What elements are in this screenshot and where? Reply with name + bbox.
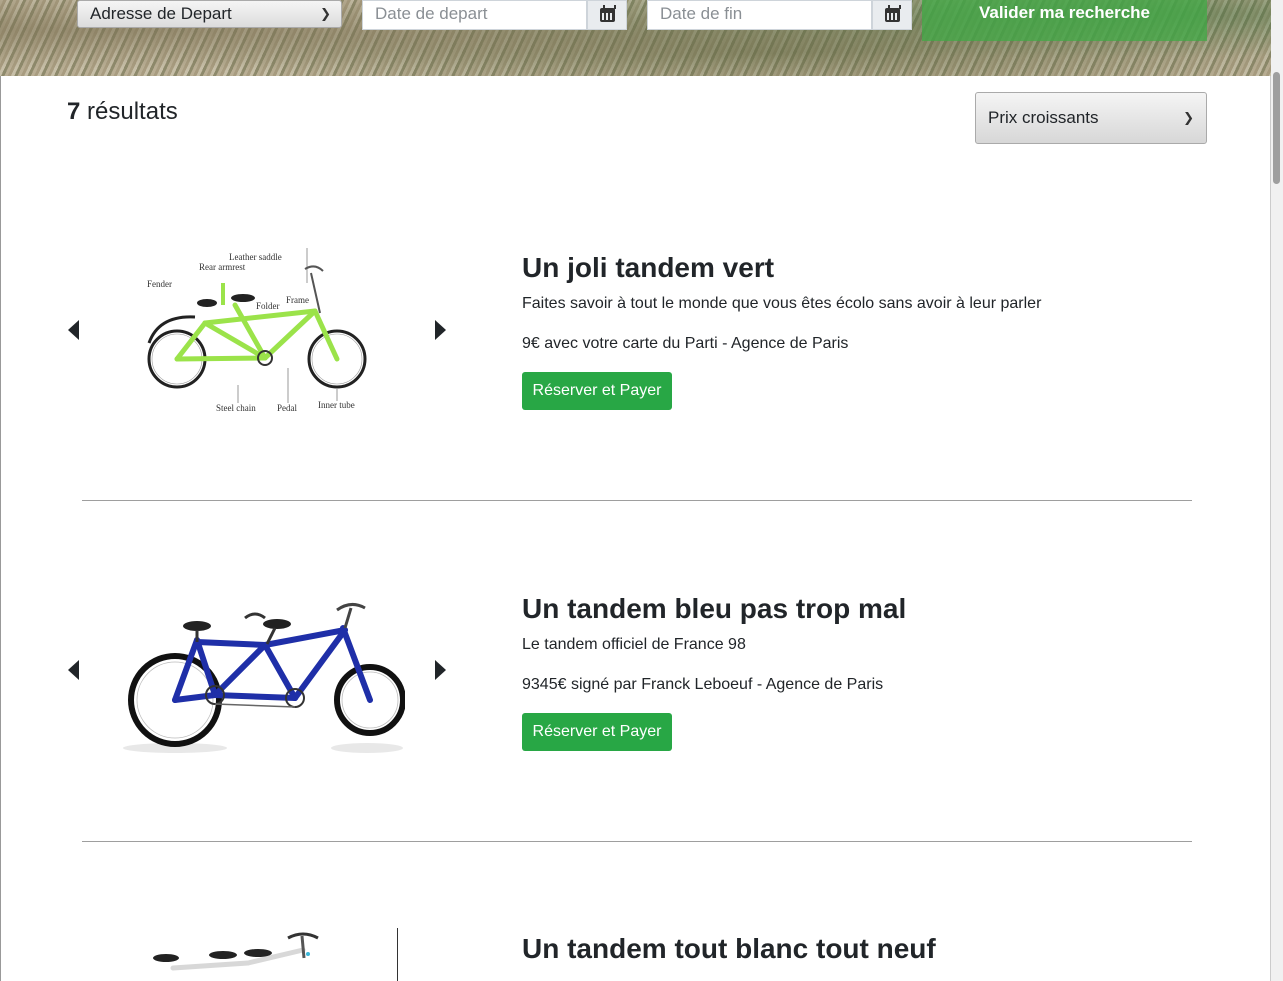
item-description: Le tandem officiel de France 98	[522, 636, 746, 653]
diagram-label: Inner tube	[318, 400, 355, 410]
item-title[interactable]: Un tandem bleu pas trop mal	[522, 593, 906, 625]
page-border	[0, 76, 1, 981]
product-image	[118, 928, 398, 981]
end-date-input[interactable]: Date de fin	[647, 0, 872, 30]
address-select[interactable]: Adresse de Depart ❯	[77, 0, 342, 28]
calendar-icon	[599, 5, 616, 22]
chevron-down-icon: ❯	[320, 6, 331, 21]
book-and-pay-button[interactable]: Réserver et Payer	[522, 713, 672, 751]
caret-left-icon[interactable]	[68, 320, 79, 340]
search-bar: Adresse de Depart ❯ Date de depart Date …	[67, 0, 1207, 41]
sort-select-value: Prix croissants	[988, 108, 1099, 127]
divider	[82, 500, 1192, 501]
diagram-label: Pedal	[277, 403, 297, 413]
start-date-input[interactable]: Date de depart	[362, 0, 587, 30]
diagram-label: Folder	[256, 301, 280, 311]
results-count: 7 résultats	[67, 98, 178, 126]
item-title[interactable]: Un tandem tout blanc tout neuf	[522, 933, 936, 965]
caret-right-icon[interactable]	[435, 320, 446, 340]
end-date-calendar-button[interactable]	[872, 0, 912, 30]
book-and-pay-button[interactable]: Réserver et Payer	[522, 372, 672, 410]
divider	[82, 841, 1192, 842]
diagram-label: Leather saddle	[229, 252, 282, 262]
address-select-value: Adresse de Depart	[90, 4, 232, 23]
item-price: 9€ avec votre carte du Parti - Agence de…	[522, 335, 849, 352]
chevron-down-icon: ❯	[1183, 110, 1194, 125]
vertical-scrollbar[interactable]	[1271, 0, 1283, 981]
item-price: 9345€ signé par Franck Leboeuf - Agence …	[522, 676, 884, 693]
results-count-number: 7	[67, 98, 81, 125]
results-count-label: résultats	[80, 98, 178, 125]
caret-right-icon[interactable]	[435, 660, 446, 680]
caret-left-icon[interactable]	[68, 660, 79, 680]
submit-search-button[interactable]: Valider ma recherche	[922, 0, 1207, 41]
product-image: Leather saddle Rear armrest Fender Frame…	[115, 243, 405, 423]
product-image	[115, 600, 406, 780]
scrollbar-thumb[interactable]	[1273, 72, 1280, 184]
calendar-icon	[884, 5, 901, 22]
start-date-calendar-button[interactable]	[587, 0, 627, 30]
diagram-label: Steel chain	[216, 403, 256, 413]
diagram-label: Frame	[286, 295, 309, 305]
diagram-label: Rear armrest	[199, 262, 246, 272]
item-description: Faites savoir à tout le monde que vous ê…	[522, 295, 1042, 312]
sort-select[interactable]: Prix croissants ❯	[975, 92, 1207, 144]
item-title[interactable]: Un joli tandem vert	[522, 252, 774, 284]
diagram-label: Fender	[147, 279, 172, 289]
